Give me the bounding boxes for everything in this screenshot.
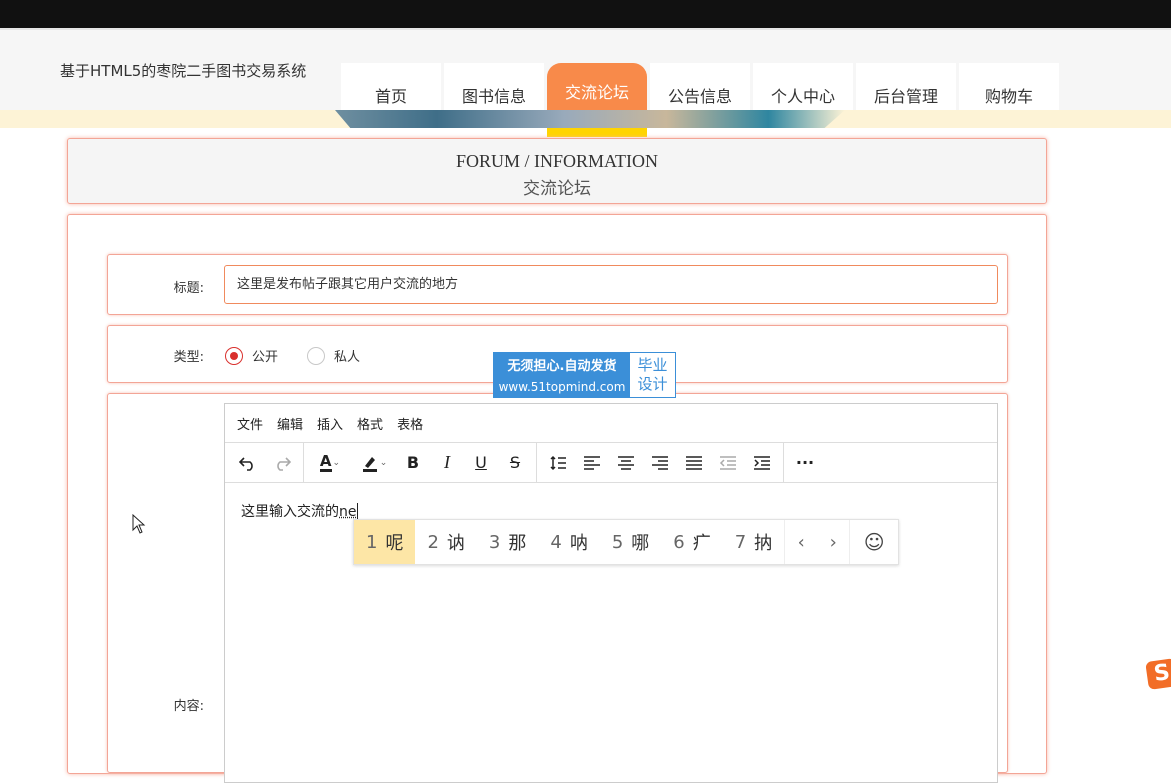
text-cursor — [356, 503, 358, 519]
watermark-line1: 无须担心.自动发货 — [507, 359, 617, 374]
ime-composition-text: ne — [339, 504, 357, 520]
radio-private-circle — [307, 346, 325, 365]
ime-candidate[interactable]: 2讷 — [415, 520, 476, 564]
content-label: 内容: — [173, 699, 204, 714]
radio-public[interactable]: 公开 — [225, 346, 278, 365]
align-center-icon[interactable] — [609, 448, 643, 478]
title-row: 标题: 这里是发布帖子跟其它用户交流的地方 — [107, 254, 1008, 315]
type-label: 类型: — [173, 350, 204, 365]
align-justify-icon[interactable] — [677, 448, 711, 478]
rich-text-editor: 文件 编辑 插入 格式 表格 A ⌄ ⌄ B I U S ··· 这里输入交流的… — [224, 403, 998, 783]
ime-candidate-bar: 1呢 2讷 3那 4呐 5哪 6疒 7抐 ‹ › ☺ — [353, 519, 900, 565]
ime-candidate[interactable]: 7抐 — [723, 520, 784, 564]
align-right-icon[interactable] — [643, 448, 677, 478]
indent-icon[interactable] — [745, 448, 779, 478]
bold-icon[interactable]: B — [396, 448, 430, 478]
menu-format[interactable]: 格式 — [357, 414, 383, 433]
align-left-icon[interactable] — [575, 448, 609, 478]
menu-edit[interactable]: 编辑 — [277, 414, 303, 433]
toolbar-separator — [536, 443, 537, 482]
editor-toolbar: A ⌄ ⌄ B I U S ··· — [225, 443, 997, 483]
window-top-bar — [0, 0, 1171, 30]
menu-table[interactable]: 表格 — [397, 414, 423, 433]
ime-logo-icon: S — [1145, 658, 1171, 690]
menu-file[interactable]: 文件 — [237, 414, 263, 433]
outdent-icon[interactable] — [711, 448, 745, 478]
page-title-en: FORUM / INFORMATION — [455, 151, 659, 171]
radio-public-label: 公开 — [252, 350, 279, 365]
watermark-line2: www.51topmind.com — [498, 380, 626, 394]
site-header: 基于HTML5的枣院二手图书交易系统 首页 图书信息 交流论坛 公告信息 个人中… — [0, 30, 1171, 137]
underline-icon[interactable]: U — [464, 448, 498, 478]
ime-candidate[interactable]: 4呐 — [538, 520, 599, 564]
ime-candidate[interactable]: 1呢 — [354, 520, 416, 564]
redo-icon[interactable] — [265, 448, 299, 478]
strikethrough-icon[interactable]: S — [498, 448, 532, 478]
menu-insert[interactable]: 插入 — [317, 414, 343, 433]
page-title-panel: FORUM / INFORMATION 交流论坛 — [67, 138, 1047, 204]
radio-private[interactable]: 私人 — [307, 346, 360, 365]
toolbar-separator — [303, 443, 304, 482]
watermark-badge: 无须担心.自动发货 www.51topmind.com 毕业 设计 — [493, 352, 676, 398]
watermark-left: 无须担心.自动发货 www.51topmind.com — [494, 353, 630, 397]
editor-text: 这里输入交流的 — [241, 504, 339, 520]
banner-image — [335, 110, 845, 128]
title-input[interactable]: 这里是发布帖子跟其它用户交流的地方 — [224, 265, 998, 304]
toolbar-separator — [783, 443, 784, 482]
radio-private-label: 私人 — [334, 350, 361, 365]
ime-candidate[interactable]: 3那 — [477, 520, 538, 564]
site-title: 基于HTML5的枣院二手图书交易系统 — [60, 62, 307, 80]
highlight-color-icon[interactable]: ⌄ — [352, 448, 396, 478]
text-color-icon[interactable]: A ⌄ — [308, 448, 352, 478]
ime-emoji-icon[interactable]: ☺ — [849, 520, 898, 564]
radio-public-circle — [225, 346, 243, 365]
undo-icon[interactable] — [231, 448, 265, 478]
watermark-right1: 毕业 — [637, 356, 668, 374]
content-row: 内容: 文件 编辑 插入 格式 表格 A ⌄ ⌄ B I U S ··· 这里输… — [107, 393, 1008, 783]
line-height-icon[interactable] — [541, 448, 575, 478]
watermark-right: 毕业 设计 — [630, 353, 675, 397]
ime-prev-page-icon[interactable]: ‹ — [784, 520, 817, 564]
watermark-right2: 设计 — [637, 375, 668, 393]
more-icon[interactable]: ··· — [788, 448, 822, 478]
ime-next-page-icon[interactable]: › — [817, 520, 849, 564]
editor-menubar: 文件 编辑 插入 格式 表格 — [225, 404, 997, 443]
ime-candidate[interactable]: 6疒 — [661, 520, 722, 564]
ime-candidate[interactable]: 5哪 — [600, 520, 661, 564]
page-title-zh: 交流论坛 — [523, 179, 591, 199]
title-label: 标题: — [173, 281, 204, 296]
italic-icon[interactable]: I — [430, 448, 464, 478]
